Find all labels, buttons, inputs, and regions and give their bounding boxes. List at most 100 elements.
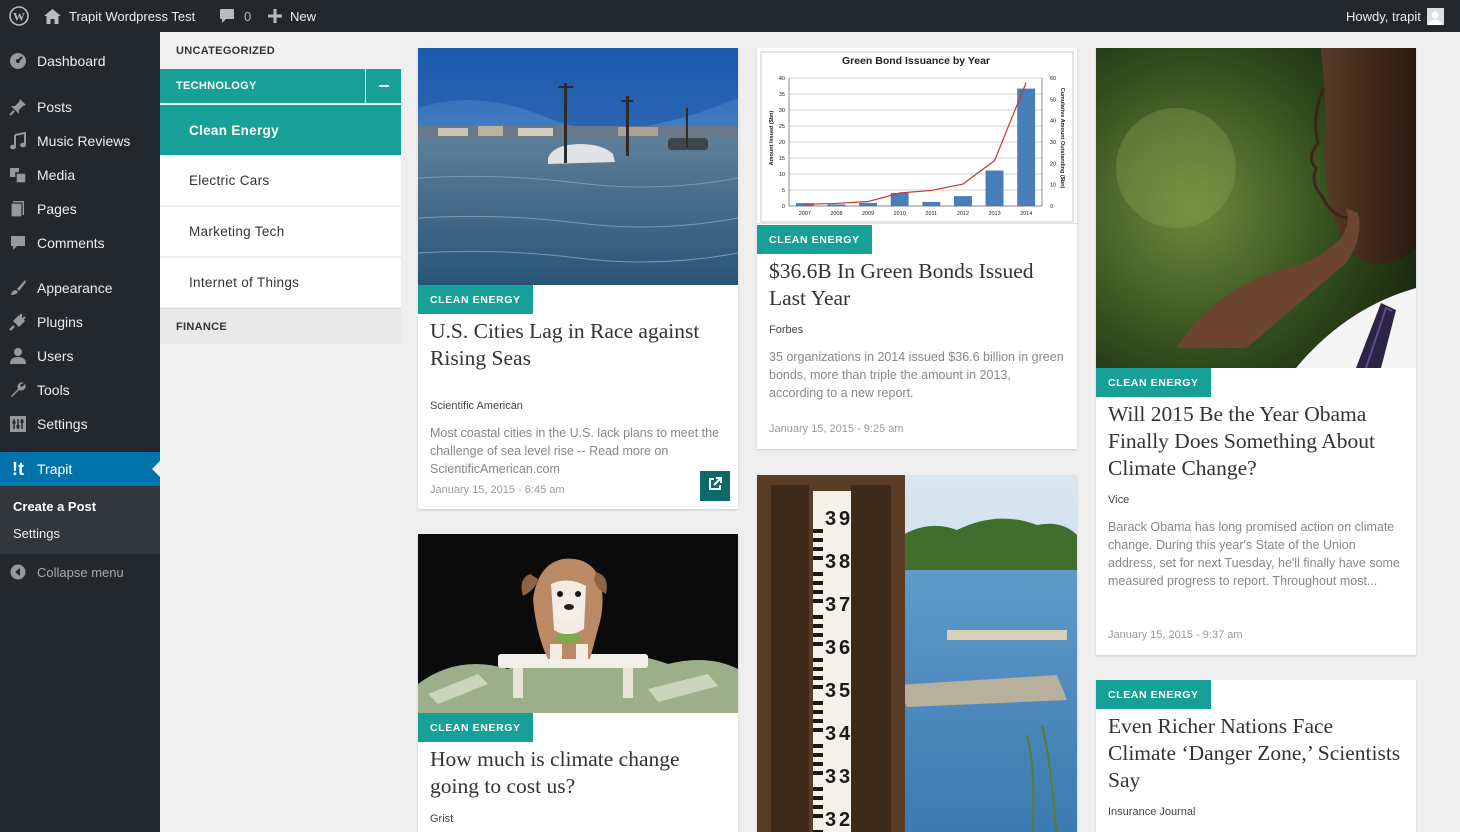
article-title[interactable]: Will 2015 Be the Year Obama Finally Does…	[1108, 401, 1404, 482]
menu-music-reviews[interactable]: Music Reviews	[0, 124, 160, 158]
gauge-tick	[813, 556, 823, 560]
article-excerpt: Most coastal cities in the U.S. lack pla…	[430, 426, 720, 476]
article-card[interactable]: 3938373635343332	[757, 475, 1077, 832]
external-link-icon	[707, 476, 723, 497]
category-uncategorized[interactable]: UNCATEGORIZED	[160, 32, 401, 69]
subcategory-electric-cars[interactable]: Electric Cars	[160, 156, 401, 206]
chart-plot-area: 0 5 10 15 20 25 30 35 40 0 10 20 30 40 50 60 2007 2008 200…	[779, 76, 1056, 217]
comments-link[interactable]: 0	[219, 0, 251, 32]
menu-users[interactable]: Users	[0, 339, 160, 373]
gauge-tick	[813, 615, 823, 619]
chart-y-tick-label: 0	[782, 204, 785, 210]
category-tag[interactable]: CLEAN ENERGY	[1096, 368, 1211, 397]
menu-tools[interactable]: Tools	[0, 373, 160, 407]
submenu-settings[interactable]: Settings	[13, 526, 60, 541]
article-title[interactable]: U.S. Cities Lag in Race against Rising S…	[430, 318, 726, 372]
collapse-category-minus-icon[interactable]	[365, 69, 401, 103]
article-date: January 15, 2015 - 9:25 am	[769, 423, 904, 435]
green-bond-chart-image: Green Bond Issuance by Year 0 5 10 15 20 25 30…	[757, 48, 1077, 224]
open-external-link-button[interactable]	[700, 471, 730, 501]
media-icon	[0, 166, 36, 184]
chart-bar	[954, 196, 972, 207]
article-source: Scientific American	[430, 400, 523, 412]
comments-count: 0	[244, 8, 252, 24]
chart-y-tick-label: 35	[779, 92, 785, 98]
collapse-arrow-icon	[0, 564, 36, 580]
trapit-submenu	[0, 486, 160, 554]
home-icon	[44, 8, 61, 24]
submenu-create-post[interactable]: Create a Post	[13, 499, 96, 514]
flooded-street-image	[418, 48, 738, 285]
article-card[interactable]: CLEAN ENERGY Will 2015 Be the Year Obama…	[1096, 48, 1416, 655]
gauge-number: 3	[825, 809, 836, 831]
article-source: Vice	[1108, 494, 1130, 506]
account-link[interactable]: Howdy, trapit	[1346, 0, 1444, 32]
chart-y-tick-label: 20	[779, 140, 785, 146]
category-technology-label: TECHNOLOGY	[176, 80, 257, 92]
gauge-tick	[813, 685, 823, 689]
chart-y2-tick-label: 10	[1050, 183, 1056, 189]
menu-pages[interactable]: Pages	[0, 192, 160, 226]
gauge-number: 7	[839, 594, 850, 616]
gauge-tick	[813, 701, 823, 705]
article-title[interactable]: $36.6B In Green Bonds Issued Last Year	[769, 258, 1065, 312]
gauge-tick	[813, 658, 823, 662]
menu-settings[interactable]: Settings	[0, 407, 160, 441]
puppy-money-image	[418, 534, 738, 713]
user-icon	[0, 347, 36, 365]
gauge-number: 3	[825, 594, 836, 616]
chart-y-tick-label: 10	[779, 172, 785, 178]
category-tag[interactable]: CLEAN ENERGY	[418, 713, 533, 742]
gauge-number: 6	[839, 637, 850, 659]
menu-posts[interactable]: Posts	[0, 90, 160, 124]
category-technology[interactable]: TECHNOLOGY	[160, 69, 401, 103]
chart-y-tick-label: 15	[779, 156, 785, 162]
chart-x-tick-label: 2008	[830, 211, 842, 217]
site-name-link[interactable]: Trapit Wordpress Test	[44, 0, 195, 32]
subcategory-clean-energy[interactable]: Clean Energy	[160, 105, 401, 155]
menu-media[interactable]: Media	[0, 158, 160, 192]
category-tag[interactable]: CLEAN ENERGY	[1096, 680, 1211, 709]
gauge-number: 5	[839, 680, 850, 702]
gauge-tick	[813, 762, 823, 766]
gauge-tick	[813, 787, 823, 791]
article-excerpt: Barack Obama has long promised action on…	[1108, 520, 1400, 588]
article-excerpt: 35 organizations in 2014 issued $36.6 bi…	[769, 350, 1064, 400]
chart-x-tick-label: 2013	[988, 211, 1000, 217]
chart-x-tick-label: 2014	[1020, 211, 1032, 217]
menu-appearance[interactable]: Appearance	[0, 271, 160, 305]
menu-trapit[interactable]: !t Trapit	[0, 452, 160, 486]
chart-y-tick-label: 30	[779, 108, 785, 114]
article-feed: CLEAN ENERGY U.S. Cities Lag in Race aga…	[401, 32, 1460, 832]
gauge-tick	[813, 710, 823, 714]
gauge-number: 3	[825, 680, 836, 702]
category-tag[interactable]: CLEAN ENERGY	[418, 285, 533, 314]
chart-y-tick-label: 25	[779, 124, 785, 130]
collapse-menu-button[interactable]: Collapse menu	[0, 555, 160, 589]
menu-dashboard[interactable]: Dashboard	[0, 44, 160, 78]
menu-plugins[interactable]: Plugins	[0, 305, 160, 339]
article-title[interactable]: Even Richer Nations Face Climate ‘Danger…	[1108, 713, 1404, 794]
wordpress-logo-icon[interactable]: W	[9, 0, 29, 32]
plus-icon	[268, 9, 282, 23]
article-card[interactable]: Green Bond Issuance by Year 0 5 10 15 20 25 30…	[757, 48, 1077, 449]
article-date: January 15, 2015 - 6:45 am	[430, 484, 565, 496]
chart-y2-axis-label: Cumulative Amount Outstanding ($bn)	[1059, 88, 1065, 189]
subcategory-internet-of-things[interactable]: Internet of Things	[160, 258, 401, 308]
gauge-tick	[813, 529, 823, 533]
category-tag[interactable]: CLEAN ENERGY	[757, 225, 872, 254]
article-title[interactable]: How much is climate change going to cost…	[430, 746, 726, 800]
new-content-link[interactable]: New	[268, 0, 316, 32]
trapit-logo-icon: !t	[12, 458, 24, 479]
category-finance[interactable]: FINANCE	[160, 308, 401, 344]
article-card[interactable]: CLEAN ENERGY How much is climate change …	[418, 534, 738, 832]
gauge-number: 9	[839, 508, 850, 530]
subcategory-marketing-tech[interactable]: Marketing Tech	[160, 207, 401, 257]
menu-comments[interactable]: Comments	[0, 226, 160, 260]
chart-bar	[922, 201, 941, 207]
article-card[interactable]: CLEAN ENERGY Even Richer Nations Face Cl…	[1096, 680, 1416, 832]
article-card[interactable]: CLEAN ENERGY U.S. Cities Lag in Race aga…	[418, 48, 738, 509]
gauge-number: 3	[825, 508, 836, 530]
category-panel: UNCATEGORIZED TECHNOLOGY Clean Energy El…	[160, 32, 401, 832]
gauge-tick	[813, 719, 823, 723]
